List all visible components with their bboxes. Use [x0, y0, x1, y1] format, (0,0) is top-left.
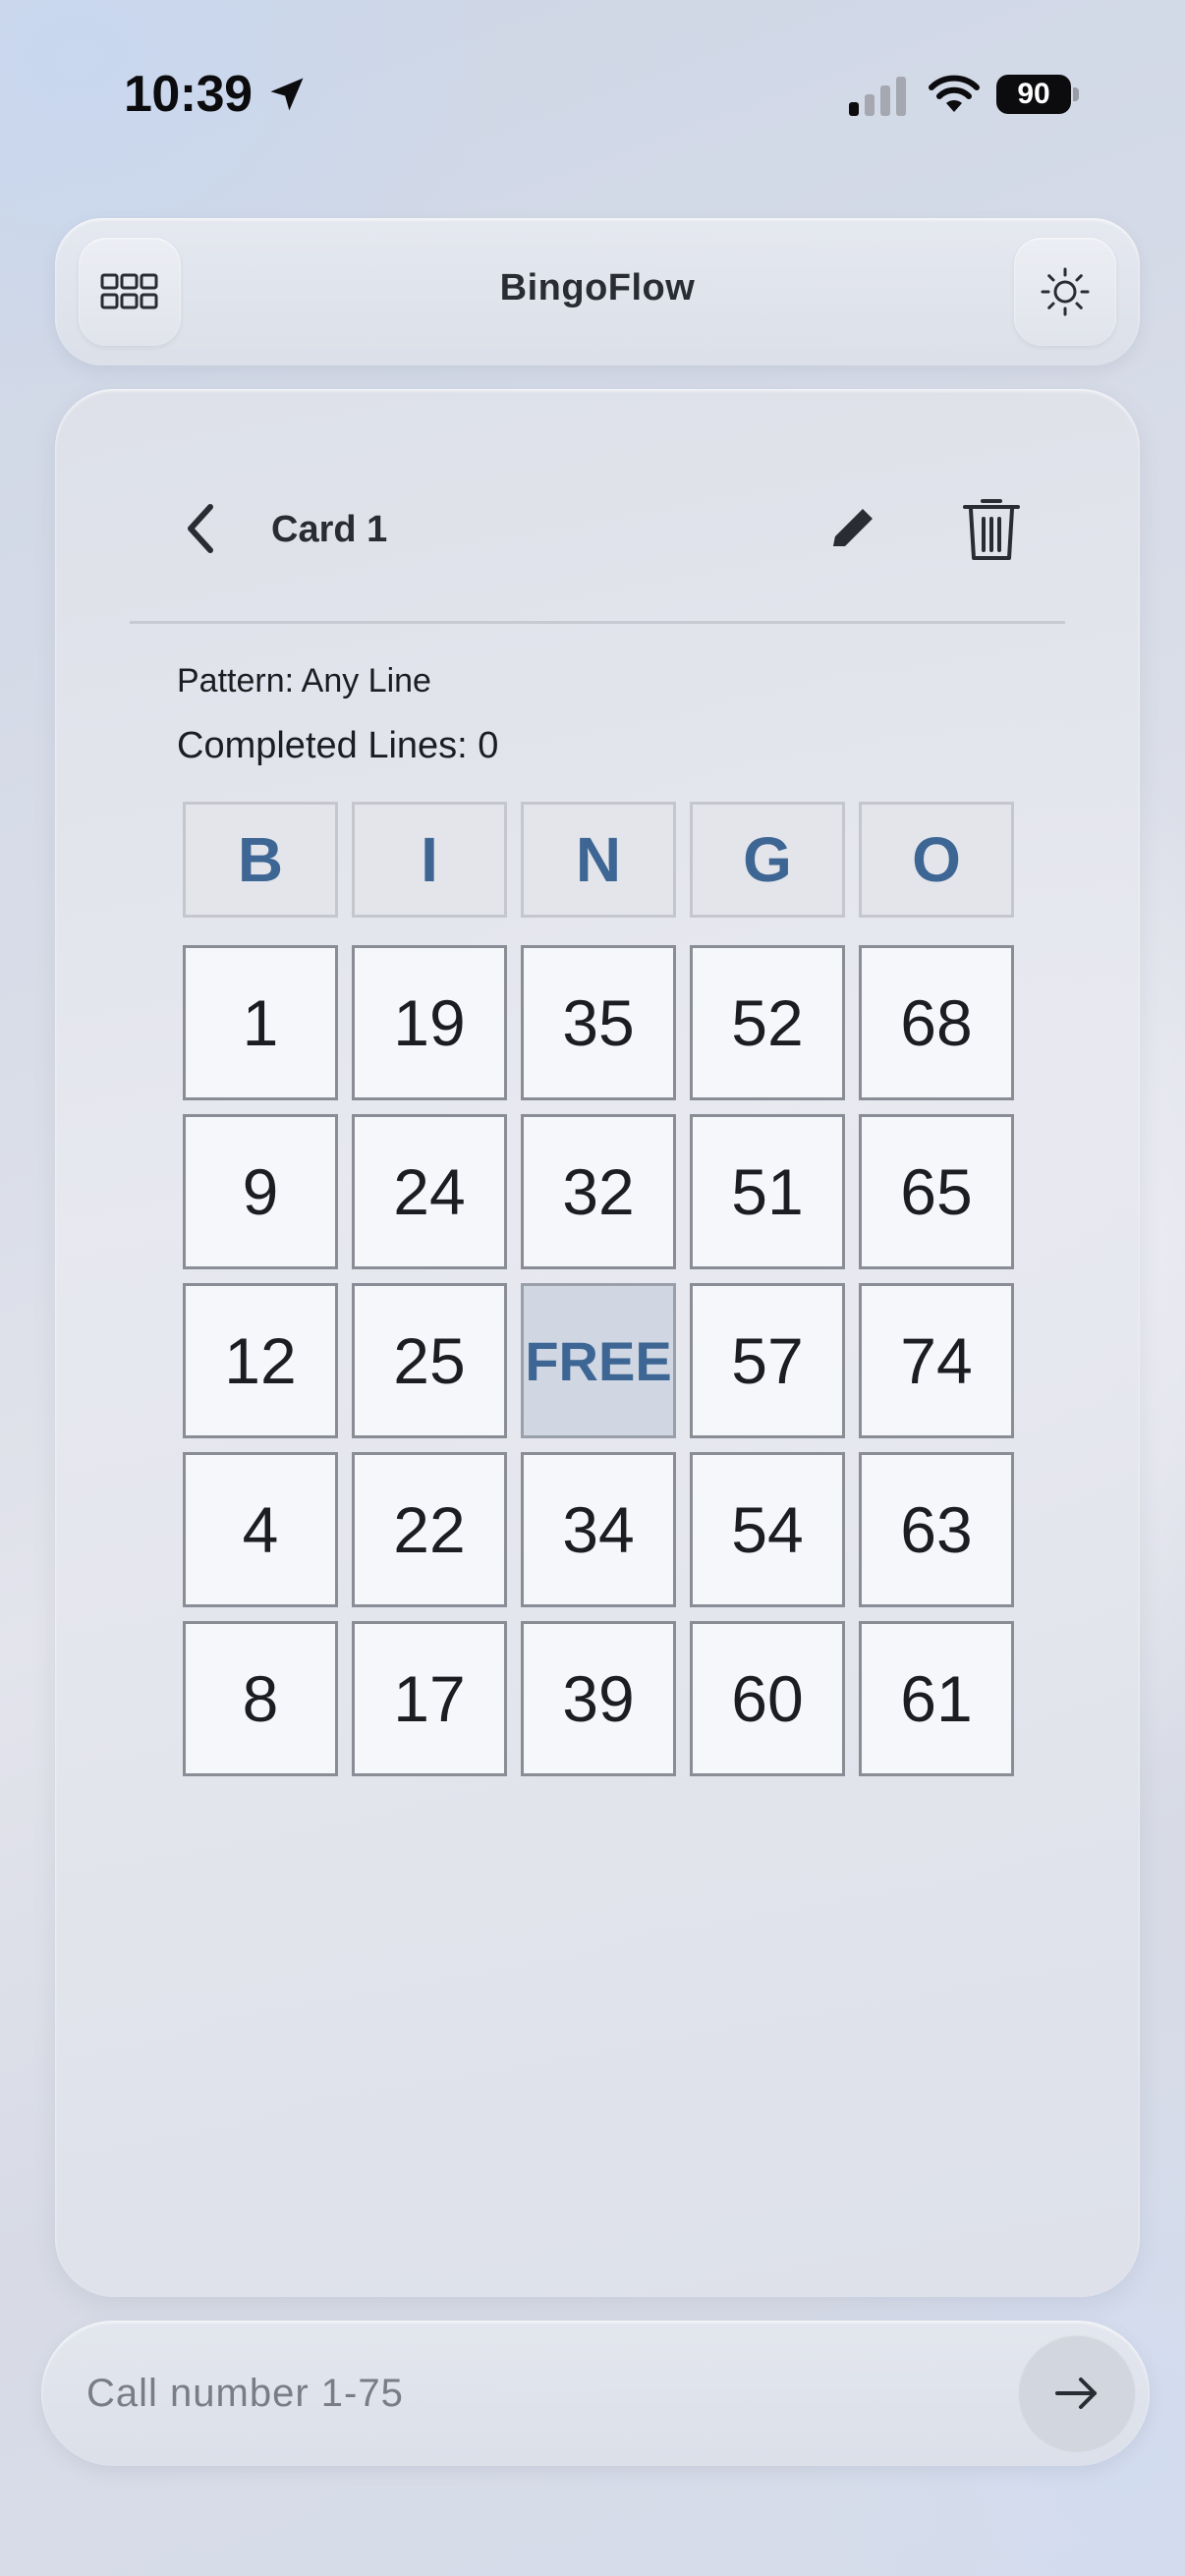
arrow-right-icon [1055, 2378, 1097, 2409]
battery-level: 90 [996, 75, 1071, 114]
bingo-cell[interactable]: 68 [859, 945, 1014, 1100]
column-header-n: N [521, 802, 676, 918]
app-title: BingoFlow [499, 267, 696, 308]
pencil-icon[interactable] [823, 499, 882, 558]
bingo-cell[interactable]: 51 [690, 1114, 845, 1269]
bingo-cell[interactable]: 63 [859, 1452, 1014, 1607]
column-header-i: I [352, 802, 507, 918]
free-space-cell: FREE [521, 1283, 676, 1438]
bingo-cell[interactable]: 17 [352, 1621, 507, 1776]
bingo-cell[interactable]: 32 [521, 1114, 676, 1269]
bingo-cell[interactable]: 74 [859, 1283, 1014, 1438]
pattern-label: Pattern: Any Line [177, 662, 431, 700]
completed-lines-label: Completed Lines: 0 [177, 725, 499, 766]
chevron-left-icon[interactable] [177, 499, 224, 558]
header-divider [130, 621, 1065, 624]
sun-icon [1041, 267, 1090, 316]
bingo-cell[interactable]: 54 [690, 1452, 845, 1607]
trash-icon[interactable] [959, 493, 1024, 564]
bingo-cell[interactable]: 65 [859, 1114, 1014, 1269]
bingo-cell[interactable]: 61 [859, 1621, 1014, 1776]
bingo-cell[interactable]: 1 [183, 945, 338, 1100]
column-header-b: B [183, 802, 338, 918]
bingo-cell[interactable]: 34 [521, 1452, 676, 1607]
column-header-o: O [859, 802, 1014, 918]
cellular-signal-icon [849, 77, 906, 116]
bingo-cell[interactable]: 35 [521, 945, 676, 1100]
app-header: BingoFlow [55, 218, 1140, 365]
wifi-icon [929, 75, 980, 112]
call-number-input[interactable] [86, 2348, 1010, 2438]
column-header-g: G [690, 802, 845, 918]
bingo-cell[interactable]: 19 [352, 945, 507, 1100]
bingo-cell[interactable]: 52 [690, 945, 845, 1100]
battery-cap [1073, 87, 1079, 101]
theme-toggle-button[interactable] [1014, 238, 1116, 346]
status-bar: 10:39 90 [0, 0, 1185, 196]
call-submit-button[interactable] [1018, 2334, 1136, 2452]
bingo-cell[interactable]: 25 [352, 1283, 507, 1438]
bingo-cell[interactable]: 39 [521, 1621, 676, 1776]
card-title: Card 1 [271, 509, 388, 550]
battery-indicator: 90 [996, 75, 1079, 114]
location-arrow-icon [270, 78, 304, 111]
bingo-cell[interactable]: 9 [183, 1114, 338, 1269]
bingo-cell[interactable]: 4 [183, 1452, 338, 1607]
status-time: 10:39 [124, 66, 253, 123]
bingo-cell[interactable]: 22 [352, 1452, 507, 1607]
call-number-bar [41, 2321, 1150, 2466]
bingo-cell[interactable]: 8 [183, 1621, 338, 1776]
bingo-cell[interactable]: 57 [690, 1283, 845, 1438]
bingo-cell[interactable]: 12 [183, 1283, 338, 1438]
bingo-cell[interactable]: 60 [690, 1621, 845, 1776]
card-panel: Card 1 Pattern: Any Line Completed Lines… [55, 389, 1140, 2297]
bingo-cell[interactable]: 24 [352, 1114, 507, 1269]
